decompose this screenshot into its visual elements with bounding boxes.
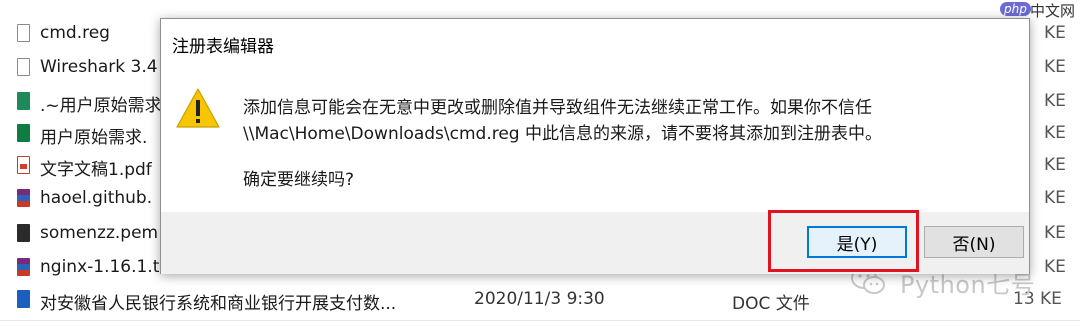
file-size: KE bbox=[1044, 91, 1066, 111]
php-logo-watermark: php bbox=[1000, 2, 1031, 16]
confirm-question: 确定要继续吗? bbox=[243, 170, 355, 190]
file-size: KE bbox=[1044, 257, 1066, 277]
file-type: DOC 文件 bbox=[732, 294, 810, 314]
archive-file-icon bbox=[17, 258, 30, 276]
site-watermark: 中文网 bbox=[1030, 2, 1076, 20]
file-size: KE bbox=[1044, 155, 1066, 175]
pem-file-icon bbox=[17, 224, 30, 242]
file-size: KE bbox=[1044, 123, 1066, 143]
file-name: nginx-1.16.1.t bbox=[40, 257, 160, 277]
file-name: somenzz.pem bbox=[40, 223, 159, 243]
file-name: Wireshark 3.4 bbox=[40, 57, 158, 77]
file-date: 2020/11/3 9:30 bbox=[474, 289, 605, 309]
archive-file-icon bbox=[17, 189, 30, 207]
no-button[interactable]: 否(N) bbox=[924, 226, 1024, 258]
file-name: 用户原始需求. bbox=[40, 128, 148, 148]
file-name: haoel.github. bbox=[40, 188, 153, 208]
file-name: 文字文稿1.pdf bbox=[40, 160, 152, 180]
registry-file-icon bbox=[17, 24, 30, 42]
file-size: KE bbox=[1044, 223, 1066, 243]
warning-message-line-2: \\Mac\Home\Downloads\cmd.reg 中此信息的来源，请不要… bbox=[243, 124, 883, 144]
file-name: .~用户原始需求 bbox=[40, 96, 162, 116]
bottom-divider bbox=[0, 320, 1080, 321]
excel-file-icon bbox=[17, 124, 30, 142]
pdf-file-icon bbox=[17, 156, 30, 174]
dialog-button-bar: 是(Y) 否(N) bbox=[161, 212, 1029, 274]
file-size: KE bbox=[1044, 188, 1066, 208]
file-name: 对安徽省人民银行系统和商业银行开展支付数... bbox=[40, 294, 397, 314]
registry-editor-dialog: 注册表编辑器 添加信息可能会在无意中更改或删除值并导致组件无法继续正常工作。如果… bbox=[160, 18, 1030, 274]
warning-icon bbox=[176, 88, 220, 128]
yes-button[interactable]: 是(Y) bbox=[807, 226, 907, 258]
file-name: cmd.reg bbox=[40, 23, 110, 43]
warning-message-line-1: 添加信息可能会在无意中更改或删除值并导致组件无法继续正常工作。如果你不信任 bbox=[243, 98, 872, 118]
word-file-icon bbox=[17, 290, 30, 308]
file-size: KE bbox=[1044, 57, 1066, 77]
excel-temp-file-icon bbox=[17, 92, 30, 110]
installer-file-icon bbox=[17, 58, 30, 76]
dialog-title: 注册表编辑器 bbox=[172, 37, 274, 57]
file-size: KE bbox=[1044, 23, 1066, 43]
